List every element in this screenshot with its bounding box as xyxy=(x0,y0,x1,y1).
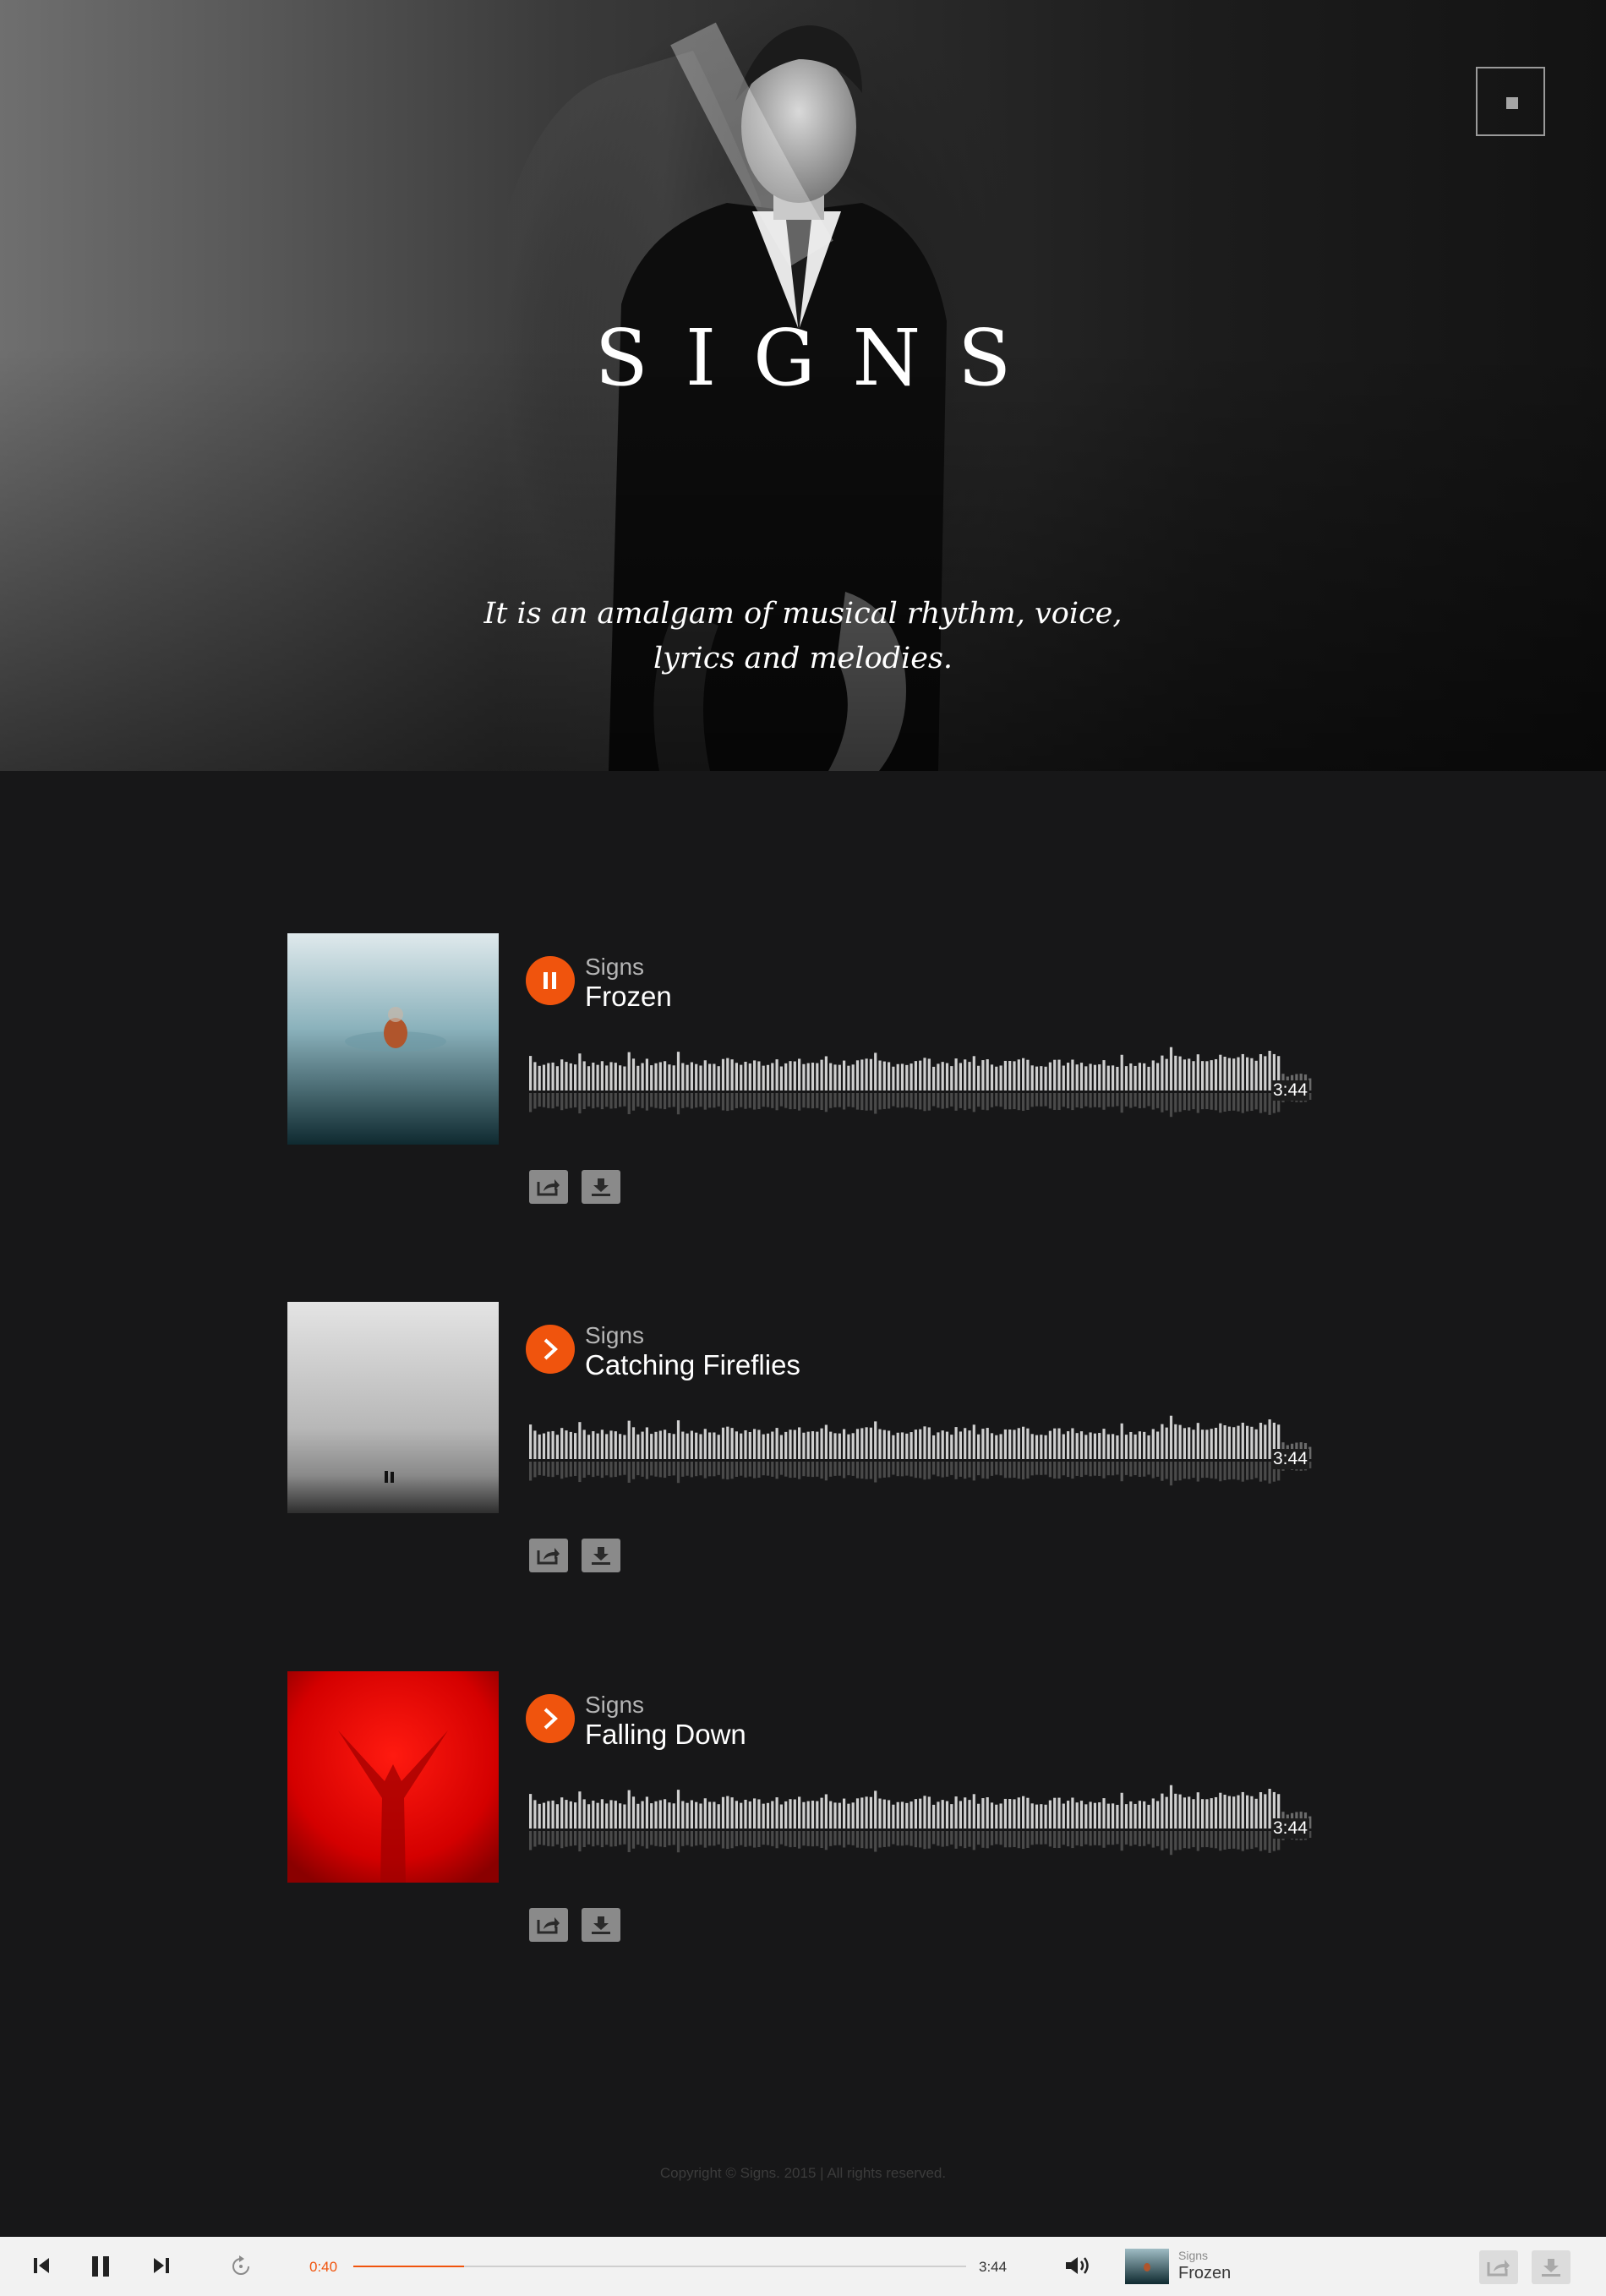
share-icon xyxy=(537,1179,560,1196)
track-cover-image[interactable] xyxy=(287,1302,499,1513)
pause-button[interactable] xyxy=(90,2254,112,2283)
track-artist: Signs xyxy=(585,1692,645,1718)
share-button[interactable] xyxy=(529,1539,568,1572)
progress-fill xyxy=(353,2266,464,2267)
pause-icon xyxy=(544,972,556,989)
download-button[interactable] xyxy=(582,1170,620,1204)
track-artist: Signs xyxy=(585,1322,645,1348)
play-icon xyxy=(544,1708,558,1730)
track-cover-image[interactable] xyxy=(287,933,499,1145)
track-cover-image[interactable] xyxy=(287,1671,499,1883)
next-icon xyxy=(154,2258,169,2273)
download-icon xyxy=(592,1178,610,1196)
volume-button[interactable] xyxy=(1063,2254,1092,2282)
copyright-text: Copyright © Signs. 2015 | All rights res… xyxy=(659,2165,947,2181)
share-icon xyxy=(1487,2260,1510,2277)
track-waveform[interactable] xyxy=(529,1036,1317,1129)
hero-banner: SIGNS It is an amalgam of musical rhythm… xyxy=(0,0,1606,771)
prev-icon xyxy=(34,2258,49,2273)
play-pause-button[interactable] xyxy=(526,1325,575,1374)
track-title[interactable]: Frozen xyxy=(585,981,672,1013)
download-icon xyxy=(1542,2259,1560,2277)
play-icon xyxy=(544,1338,558,1360)
track-item: Signs Frozen 3:44 xyxy=(287,933,1327,1204)
track-title[interactable]: Falling Down xyxy=(585,1719,746,1751)
track-waveform[interactable] xyxy=(529,1405,1317,1498)
track-item: Signs Falling Down 3:44 xyxy=(287,1671,1327,1942)
menu-button[interactable] xyxy=(1476,67,1545,136)
now-playing-cover[interactable] xyxy=(1125,2249,1169,2284)
share-icon xyxy=(537,1917,560,1934)
track-item: Signs Catching Fireflies 3:44 xyxy=(287,1302,1327,1572)
download-icon xyxy=(592,1916,610,1934)
previous-button[interactable] xyxy=(32,2254,51,2282)
track-duration: 3:44 xyxy=(1271,1449,1309,1469)
tagline-line-1: It is an amalgam of musical rhythm, voic… xyxy=(483,597,1123,631)
square-menu-icon xyxy=(1506,97,1518,109)
download-icon xyxy=(592,1547,610,1565)
next-button[interactable] xyxy=(152,2254,171,2282)
audio-player-bar: 0:40 3:44 Signs Frozen xyxy=(0,2237,1606,2296)
track-duration: 3:44 xyxy=(1271,1080,1309,1101)
play-pause-button[interactable] xyxy=(526,956,575,1005)
share-button[interactable] xyxy=(529,1170,568,1204)
share-button[interactable] xyxy=(529,1908,568,1942)
player-download-button[interactable] xyxy=(1532,2250,1570,2284)
hero-tagline: It is an amalgam of musical rhythm, voic… xyxy=(465,592,1141,681)
track-duration: 3:44 xyxy=(1271,1818,1309,1839)
player-share-button[interactable] xyxy=(1479,2250,1518,2284)
tagline-line-2: lyrics and melodies. xyxy=(653,642,953,675)
track-artist: Signs xyxy=(585,954,645,980)
total-time: 3:44 xyxy=(979,2259,1008,2275)
share-icon xyxy=(537,1548,560,1565)
now-playing-artist: Signs xyxy=(1178,2249,1209,2262)
hero-title: SIGNS xyxy=(594,313,1049,403)
repeat-icon xyxy=(232,2255,249,2275)
repeat-button[interactable] xyxy=(228,2254,254,2283)
track-waveform[interactable] xyxy=(529,1774,1317,1867)
track-title[interactable]: Catching Fireflies xyxy=(585,1349,800,1381)
play-pause-button[interactable] xyxy=(526,1694,575,1743)
volume-icon xyxy=(1066,2257,1089,2274)
progress-bar[interactable] xyxy=(353,2266,966,2267)
now-playing-title: Frozen xyxy=(1178,2264,1232,2282)
download-button[interactable] xyxy=(582,1539,620,1572)
pause-icon xyxy=(92,2256,109,2277)
download-button[interactable] xyxy=(582,1908,620,1942)
current-time: 0:40 xyxy=(309,2259,338,2275)
